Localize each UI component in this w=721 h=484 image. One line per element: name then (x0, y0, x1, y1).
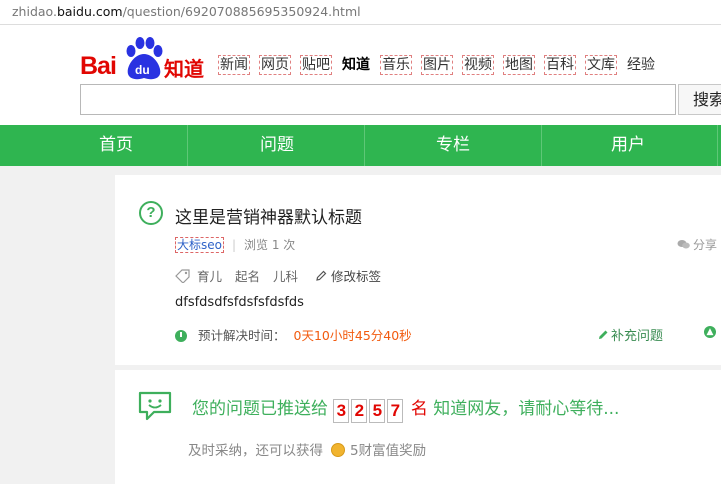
nav-item-images[interactable]: 图片 (421, 55, 453, 75)
tab-home[interactable]: 首页 (60, 125, 172, 166)
asker-link[interactable]: 大标seo (175, 237, 224, 253)
nav-item-baike[interactable]: 百科 (544, 55, 576, 75)
expected-time: 预计解决时间： 0天10小时45分40秒 (175, 325, 412, 344)
push-notice-card: 您的问题已推送给 3257 名 知道网友，请耐心等待... 及时采纳，还可以获得… (115, 370, 721, 484)
nav-item-jingyan[interactable]: 经验 (626, 56, 656, 74)
nav-divider (364, 125, 365, 166)
tab-users[interactable]: 用户 (572, 125, 684, 166)
tag-item[interactable]: 起名 (235, 269, 260, 284)
tag-icon (175, 269, 190, 284)
nav-item-map[interactable]: 地图 (503, 55, 535, 75)
push-message: 您的问题已推送给 3257 名 知道网友，请耐心等待... (192, 394, 619, 423)
count-digit: 5 (369, 399, 386, 423)
pencil-icon (316, 270, 327, 281)
share-label: 分享 (693, 238, 718, 252)
nav-item-tieba[interactable]: 贴吧 (300, 55, 332, 75)
tab-questions[interactable]: 问题 (221, 125, 333, 166)
count-digit: 7 (387, 399, 404, 423)
question-content: dfsfdsdfsfdsfsfdsfds (175, 295, 304, 310)
edit-tags-label: 修改标签 (331, 269, 382, 284)
search-input[interactable] (80, 84, 676, 115)
push-unit: 名 (410, 399, 428, 419)
nav-divider (541, 125, 542, 166)
nav-item-wenku[interactable]: 文库 (585, 55, 617, 75)
url-text: zhidao.baidu.com/question/69207088569535… (12, 4, 361, 19)
supplement-question-button[interactable]: 补充问题 (597, 325, 663, 344)
pencil-icon (599, 330, 608, 339)
edit-tags-button[interactable]: 修改标签 (315, 269, 381, 284)
question-title: 这里是营销神器默认标题 (175, 208, 362, 228)
logo-bai-text: Bai (80, 52, 117, 80)
expected-time-label: 预计解决时间： (198, 328, 286, 343)
view-count: 浏览 1 次 (244, 238, 296, 252)
nav-item-zhidao[interactable]: 知道 (341, 56, 371, 74)
share-icon (677, 240, 690, 249)
site-header: Bai du 知道 新闻 网页 贴吧 知道 音乐 图片 视频 地图 百科 文库 经验 搜索 (0, 25, 721, 125)
nav-divider (187, 125, 188, 166)
paw-icon: du (126, 37, 163, 80)
supplement-label: 补充问题 (611, 329, 664, 344)
top-nav: 新闻 网页 贴吧 知道 音乐 图片 视频 地图 百科 文库 经验 (218, 55, 665, 75)
expected-time-value: 0天10小时45分40秒 (293, 328, 412, 343)
nav-item-video[interactable]: 视频 (462, 55, 494, 75)
question-mark-icon: ? (139, 201, 163, 225)
count-digit: 3 (333, 399, 350, 423)
meta-divider: | (231, 238, 237, 252)
question-card: ? 这里是营销神器默认标题 大标seo | 浏览 1 次 分享 育儿 起名 儿科 修改标签… (115, 175, 721, 365)
share-button[interactable]: 分享 (677, 236, 717, 253)
search-button[interactable]: 搜索 (678, 84, 721, 115)
address-bar[interactable]: zhidao.baidu.com/question/69207088569535… (0, 0, 721, 25)
logo-brand-text: 知道 (164, 57, 204, 81)
nav-divider (717, 125, 718, 166)
reward-amount: 5财富值奖励 (350, 443, 427, 459)
reward-hint: 及时采纳，还可以获得 5财富值奖励 (188, 439, 426, 459)
main-nav: 首页 问题 专栏 用户 (0, 125, 721, 166)
nav-item-news[interactable]: 新闻 (218, 55, 250, 75)
tab-columns[interactable]: 专栏 (397, 125, 509, 166)
count-digit: 2 (351, 399, 368, 423)
coin-icon (331, 443, 345, 457)
push-suffix: 知道网友，请耐心等待... (433, 399, 620, 419)
tag-list: 育儿 起名 儿科 修改标签 (175, 266, 381, 285)
reward-text: 及时采纳，还可以获得 (188, 443, 323, 459)
question-meta: 大标seo | 浏览 1 次 (175, 236, 295, 253)
chat-bubble-icon (138, 391, 172, 421)
nav-item-web[interactable]: 网页 (259, 55, 291, 75)
arrow-up-icon[interactable]: ▲ (704, 326, 716, 338)
nav-item-music[interactable]: 音乐 (380, 55, 412, 75)
baidu-zhidao-logo[interactable]: Bai du 知道 (80, 37, 205, 81)
clock-icon (175, 330, 187, 342)
push-prefix: 您的问题已推送给 (192, 399, 328, 419)
tag-item[interactable]: 儿科 (273, 269, 298, 284)
tag-item[interactable]: 育儿 (197, 269, 222, 284)
svg-text:du: du (135, 63, 150, 77)
